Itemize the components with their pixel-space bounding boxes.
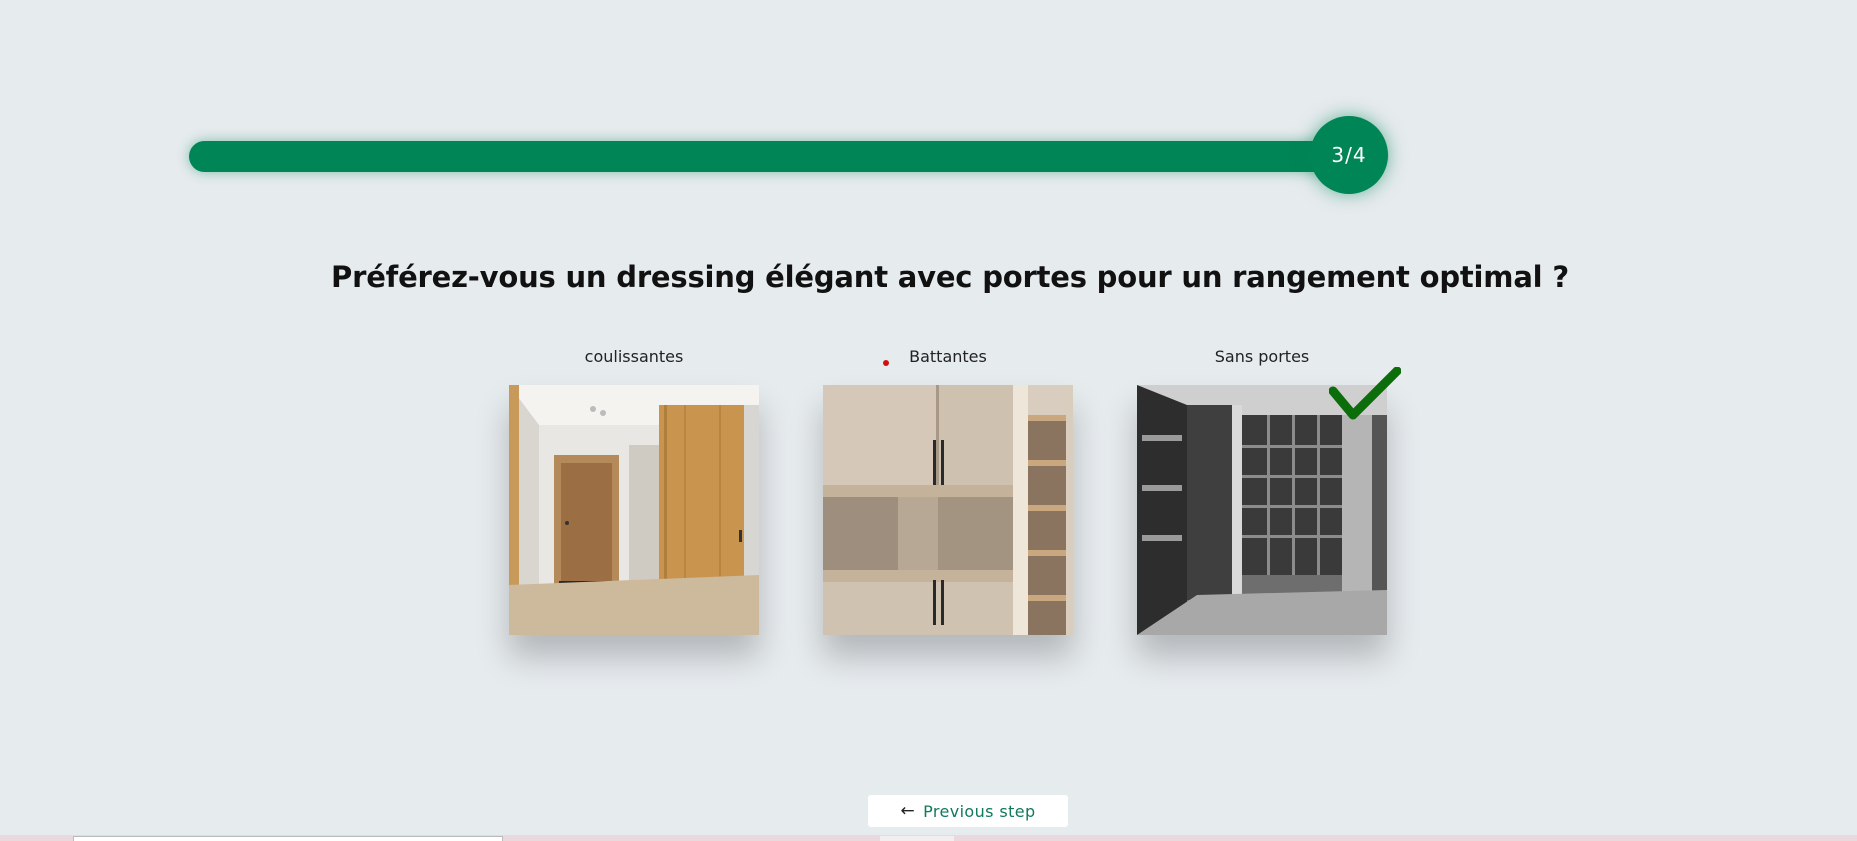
- option-battantes[interactable]: Battantes: [823, 346, 1073, 635]
- quiz-page: 3/4 Préférez-vous un dressing élégant av…: [0, 0, 1857, 841]
- hinged-cabinet-image[interactable]: [823, 385, 1073, 635]
- selected-check-icon: [1329, 367, 1401, 420]
- question-title: Préférez-vous un dressing élégant avec p…: [331, 260, 1569, 294]
- bottom-input-edge[interactable]: [73, 836, 503, 841]
- option-label: coulissantes: [584, 347, 684, 366]
- option-sans-portes[interactable]: Sans portes: [1137, 346, 1387, 635]
- previous-step-label: Previous step: [923, 801, 1036, 821]
- sliding-door-hallway-image[interactable]: [509, 385, 759, 635]
- progress-fill: [189, 141, 1349, 172]
- option-label: Sans portes: [1214, 347, 1310, 366]
- option-label: Battantes: [909, 347, 987, 366]
- progress-step-indicator: 3/4: [1310, 116, 1388, 194]
- bottom-tab-edge: [880, 836, 954, 841]
- progress-step-label: 3/4: [1331, 143, 1367, 167]
- progress-bar: [189, 141, 1389, 172]
- option-coulissantes[interactable]: coulissantes: [509, 346, 759, 635]
- arrow-left-icon: ←: [900, 801, 916, 821]
- previous-step-button[interactable]: ← Previous step: [868, 795, 1068, 827]
- red-dot-marker: [883, 360, 889, 366]
